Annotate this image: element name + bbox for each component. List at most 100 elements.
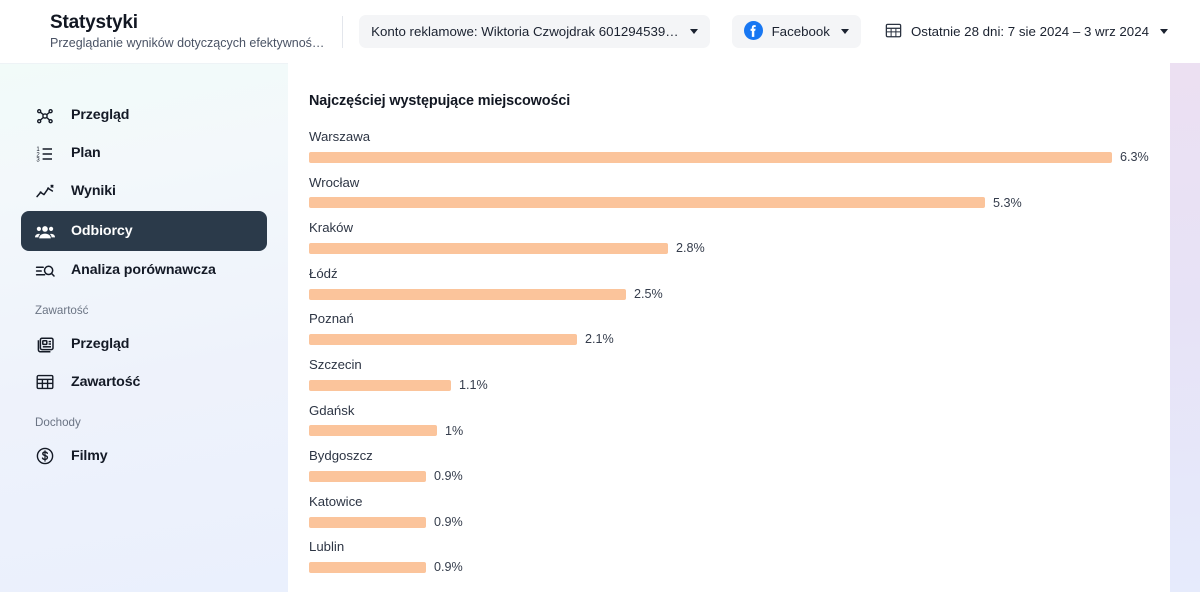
bar-value-label: 0.9%: [434, 469, 463, 484]
bar-value-label: 0.9%: [434, 514, 463, 529]
search-compare-icon: [35, 261, 55, 281]
bar-row: Bydgoszcz 0.9%: [309, 448, 1180, 483]
dollar-circle-icon: [35, 446, 55, 466]
bar-fill[interactable]: [309, 470, 426, 482]
sidebar-item-label: Przegląd: [71, 335, 130, 352]
bar-value-label: 2.8%: [676, 241, 705, 256]
bar-category-label: Bydgoszcz: [309, 448, 373, 464]
bar-track: 2.5%: [309, 288, 1180, 301]
bar-row: Gdańsk 1%: [309, 403, 1180, 438]
bar-fill[interactable]: [309, 425, 437, 437]
bar-fill[interactable]: [309, 242, 668, 254]
line-chart-icon: [35, 182, 55, 202]
facebook-icon: [743, 20, 763, 43]
sidebar-item-label: Zawartość: [71, 373, 141, 390]
sidebar-item-zawartosc-przeglad[interactable]: Przegląd: [21, 326, 267, 363]
bar-row: Lublin 0.9%: [309, 539, 1180, 574]
panel-title: Najczęściej występujące miejscowości: [309, 93, 571, 109]
ad-account-selector[interactable]: Konto reklamowe: Wiktoria Czwojdrak 6012…: [359, 15, 710, 48]
bar-track: 1%: [309, 423, 1180, 438]
sidebar-item-analiza-porownawcza[interactable]: Analiza porównawcza: [21, 252, 267, 289]
app-header: Statystyki Przeglądanie wyników dotycząc…: [0, 0, 1200, 63]
bar-track: 0.9%: [309, 470, 1180, 483]
bar-category-label: Lublin: [309, 539, 345, 555]
page-subtitle: Przeglądanie wyników dotyczących efektyw…: [50, 35, 325, 50]
bar-value-label: 5.3%: [993, 195, 1022, 210]
bar-fill[interactable]: [309, 151, 1112, 163]
app-root: Statystyki Przeglądanie wyników dotycząc…: [0, 0, 1200, 592]
bar-track: 6.3%: [309, 151, 1180, 164]
people-group-icon: [35, 221, 55, 241]
chevron-down-icon: [1160, 29, 1168, 34]
content-cards-icon: [35, 334, 55, 354]
bar-row: Wrocław 5.3%: [309, 175, 1180, 210]
platform-label: Facebook: [771, 24, 830, 39]
sidebar-item-label: Filmy: [71, 447, 108, 464]
platform-selector[interactable]: Facebook: [731, 15, 861, 48]
bar-value-label: 2.5%: [634, 286, 663, 301]
sidebar-section-dochody: Dochody: [35, 415, 81, 429]
bar-value-label: 6.3%: [1120, 150, 1149, 164]
sidebar-item-dochody-filmy[interactable]: Filmy: [21, 437, 267, 474]
bar-track: 5.3%: [309, 195, 1180, 210]
date-range-selector[interactable]: Ostatnie 28 dni: 7 sie 2024 – 3 wrz 2024: [873, 15, 1180, 48]
bar-fill[interactable]: [309, 516, 426, 528]
ad-account-label: Konto reklamowe: Wiktoria Czwojdrak 6012…: [371, 24, 679, 39]
sidebar: Przegląd 1 2 3 Plan Wyniki Odbiorcy Analiza por…: [0, 63, 288, 592]
bar-fill[interactable]: [309, 334, 577, 346]
chevron-down-icon: [689, 29, 698, 34]
sidebar-item-zawartosc-zawartosc[interactable]: Zawartość: [21, 364, 267, 401]
bar-category-label: Warszawa: [309, 129, 371, 144]
bar-row: Łódź 2.5%: [309, 266, 1180, 301]
sidebar-item-odbiorcy[interactable]: Odbiorcy: [21, 211, 267, 251]
svg-text:3: 3: [36, 157, 40, 163]
table-grid-icon: [35, 372, 55, 392]
bar-category-label: Kraków: [309, 220, 353, 236]
page-title: Statystyki: [50, 11, 138, 33]
sidebar-item-label: Przegląd: [71, 107, 130, 124]
network-nodes-icon: [35, 106, 55, 126]
bar-category-label: Szczecin: [309, 356, 362, 372]
bar-track: 2.1%: [309, 333, 1180, 346]
sidebar-item-przeglad[interactable]: Przegląd: [21, 97, 267, 134]
bar-value-label: 2.1%: [585, 332, 614, 347]
bar-row: Katowice 0.9%: [309, 494, 1180, 529]
chevron-down-icon: [840, 29, 849, 34]
bar-category-label: Wrocław: [309, 174, 360, 190]
bar-track: 1.1%: [309, 379, 1180, 392]
sidebar-nav: Przegląd 1 2 3 Plan Wyniki Odbiorcy Analiza por…: [0, 97, 288, 474]
bar-category-label: Łódź: [309, 265, 338, 281]
bar-category-label: Poznań: [309, 311, 354, 327]
bar-category-label: Katowice: [309, 493, 363, 509]
header-divider: [342, 15, 344, 48]
bar-track: 0.9%: [309, 516, 1180, 529]
numbered-list-icon: 123: [35, 144, 55, 164]
bar-track: 0.9%: [309, 561, 1180, 574]
main-content: Najczęściej występujące miejscowości War…: [288, 63, 1200, 592]
bar-category-label: Gdańsk: [309, 402, 355, 418]
bar-fill[interactable]: [309, 288, 626, 300]
date-range-label: Ostatnie 28 dni: 7 sie 2024 – 3 wrz 2024: [910, 24, 1149, 39]
bar-fill[interactable]: [309, 379, 451, 391]
bar-fill[interactable]: [309, 197, 985, 209]
sidebar-item-label: Odbiorcy: [71, 222, 133, 239]
sidebar-item-label: Wyniki: [71, 183, 116, 200]
bar-fill[interactable]: [309, 562, 426, 574]
bar-row: Poznań 2.1%: [309, 311, 1180, 346]
sidebar-item-label: Analiza porównawcza: [71, 262, 216, 279]
header-titles: Statystyki Przeglądanie wyników dotycząc…: [50, 12, 337, 52]
bar-value-label: 1%: [445, 423, 464, 438]
bar-row: Warszawa 6.3%: [309, 129, 1180, 164]
sidebar-item-wyniki[interactable]: Wyniki: [21, 173, 267, 210]
top-cities-bar-chart: Warszawa 6.3% Wrocław 5.3% Kraków 2.8% Łódź 2.5…: [309, 129, 1200, 574]
bar-value-label: 1.1%: [459, 377, 488, 392]
bar-row: Kraków 2.8%: [309, 220, 1180, 255]
sidebar-item-label: Plan: [71, 145, 101, 162]
calendar-icon: [885, 22, 902, 42]
bar-track: 2.8%: [309, 242, 1180, 255]
bar-value-label: 0.9%: [434, 560, 463, 575]
sidebar-item-plan[interactable]: 1 2 3 Plan: [21, 135, 267, 172]
bar-row: Szczecin 1.1%: [309, 357, 1180, 392]
sidebar-section-zawartosc: Zawartość: [35, 304, 89, 317]
app-body: Przegląd 1 2 3 Plan Wyniki Odbiorcy Analiza por…: [0, 63, 1200, 592]
